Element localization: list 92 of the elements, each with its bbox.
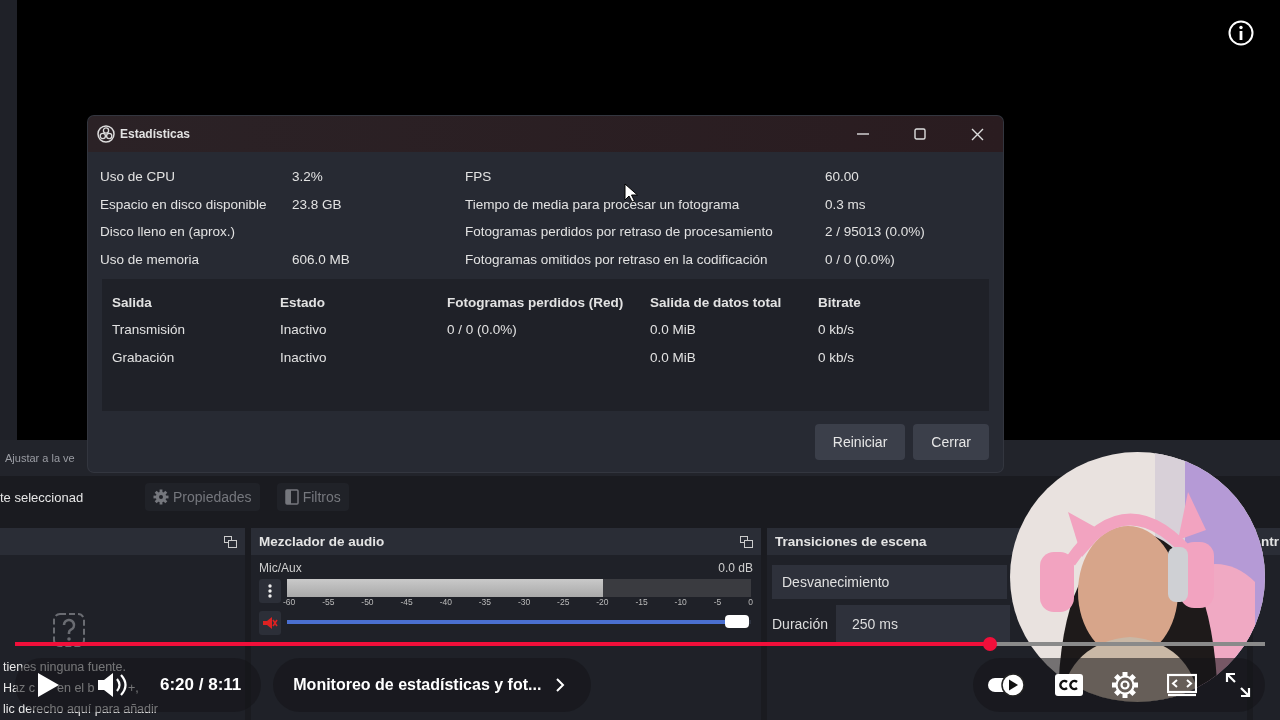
reset-button[interactable]: Reiniciar	[814, 423, 906, 460]
scale-label: -25	[557, 597, 570, 607]
table-cell-text: 0.0 MiB	[650, 322, 697, 338]
table-cell-text: 0 kb/s	[818, 349, 856, 365]
stat-value: 0 / 0 (0.0%)	[825, 250, 896, 269]
close-icon[interactable]	[970, 127, 984, 141]
column-header: Salida de datos total	[650, 294, 783, 310]
column-header: Estado	[280, 294, 326, 310]
stat-value: 60.00	[825, 168, 860, 186]
undock-icon[interactable]	[224, 535, 237, 548]
scale-label: -15	[635, 597, 648, 607]
scale-label: -5	[713, 597, 722, 607]
table-cell-text: Grabación	[112, 349, 176, 365]
dock-title: Mezclador de audio	[259, 534, 385, 549]
stat-value: 606.0 MB	[292, 250, 351, 269]
app-logo-icon	[97, 125, 115, 143]
volume-icon	[97, 672, 127, 698]
stat-value: 0.3 ms	[825, 195, 867, 214]
dock-title: Transiciones de escena	[775, 534, 927, 549]
table-cell-text: Transmisión	[112, 322, 187, 338]
scale-label: -20	[596, 597, 609, 607]
scale-label: -55	[322, 597, 335, 607]
scale-label: -10	[674, 597, 687, 607]
captions-icon	[1055, 673, 1083, 697]
question-icon	[53, 613, 85, 647]
scale-label: -50	[361, 597, 374, 607]
stat-label: Espacio en disco disponible	[100, 195, 268, 214]
speaker-icon	[262, 616, 278, 630]
fullscreen-icon	[1225, 672, 1251, 698]
toggle-icon	[987, 672, 1027, 698]
scale-label: -45	[400, 597, 413, 607]
stat-label: Uso de CPU	[100, 168, 177, 186]
status-text: Ajustar a la ve	[5, 452, 75, 464]
stat-value: 2 / 95013 (0.0%)	[825, 223, 926, 241]
autoplay-toggle[interactable]	[987, 672, 1027, 698]
info-icon[interactable]	[1228, 20, 1254, 46]
dots-icon	[268, 584, 272, 598]
stat-label: FPS	[465, 168, 493, 186]
undock-icon[interactable]	[740, 535, 753, 548]
stat-label: Disco lleno en (aprox.)	[100, 223, 237, 241]
volume-reading: 0.0 dB	[718, 561, 753, 575]
scale-label: 0	[748, 597, 753, 607]
table-cell-text: Inactivo	[280, 322, 328, 338]
empty-message: en el b	[57, 680, 95, 697]
table-cell-text: 0.0 MiB	[650, 349, 697, 365]
filter-icon	[284, 489, 299, 505]
stat-value: 3.2%	[292, 168, 324, 186]
close-button[interactable]: Cerrar	[913, 423, 989, 460]
scale-label: -30	[517, 597, 531, 607]
empty-message: lic derecho aquí para añadir	[3, 701, 158, 718]
chapter-button[interactable]: Monitoreo de estadísticas y fot...	[273, 658, 592, 712]
gear-icon	[153, 489, 169, 505]
settings-button[interactable]	[1111, 671, 1139, 699]
stat-label: Uso de memoria	[100, 250, 201, 269]
window-title: Estadísticas	[120, 127, 191, 141]
source-label: te seleccionad	[0, 489, 85, 505]
subtitles-button[interactable]	[1055, 673, 1083, 697]
menu-button[interactable]	[259, 579, 281, 603]
stat-label: Fotogramas omitidos por retraso en la codificación	[465, 250, 769, 269]
empty-message: +,	[128, 680, 139, 697]
column-header: Bitrate	[818, 294, 862, 310]
empty-message: tienes ninguna fuente.	[3, 659, 127, 676]
channel-name: Mic/Aux	[259, 561, 302, 575]
table-cell-text: Inactivo	[280, 349, 328, 365]
theater-button[interactable]	[1167, 673, 1197, 697]
maximize-icon[interactable]	[914, 128, 926, 140]
stat-label: Fotogramas perdidos por retraso de procesamiento	[465, 223, 774, 241]
fullscreen-button[interactable]	[1225, 672, 1251, 698]
empty-message: Haz c	[3, 680, 35, 697]
chevron-icon	[555, 677, 566, 693]
duration-field[interactable]: 250 ms	[836, 605, 1011, 643]
duration-label: Duración	[772, 616, 829, 632]
scale-label: -60	[283, 597, 296, 607]
mute-button[interactable]	[259, 611, 281, 635]
scale-label: -40	[439, 597, 452, 607]
progress-bar[interactable]	[15, 637, 1265, 651]
scale-label: -35	[478, 597, 492, 607]
column-header: Fotogramas perdidos (Red)	[447, 294, 625, 310]
stat-label: Tiempo de media para procesar un fotograma	[465, 195, 741, 214]
volume-slider[interactable]	[287, 615, 751, 628]
theater-icon	[1167, 673, 1197, 697]
settings-icon	[1111, 671, 1139, 699]
time-display: 6:20 / 8:11	[160, 675, 242, 695]
slider-thumb[interactable]	[725, 615, 750, 628]
column-header: Salida	[112, 294, 153, 310]
cursor-icon	[624, 183, 638, 203]
stat-value: 23.8 GB	[292, 195, 343, 214]
transition-select[interactable]: Desvanecimiento	[772, 565, 1007, 599]
dock-title: ntr	[1261, 534, 1279, 549]
table-cell-text: 0 kb/s	[818, 322, 856, 338]
volume-button[interactable]	[97, 672, 127, 698]
table-cell-text: 0 / 0 (0.0%)	[447, 322, 518, 338]
